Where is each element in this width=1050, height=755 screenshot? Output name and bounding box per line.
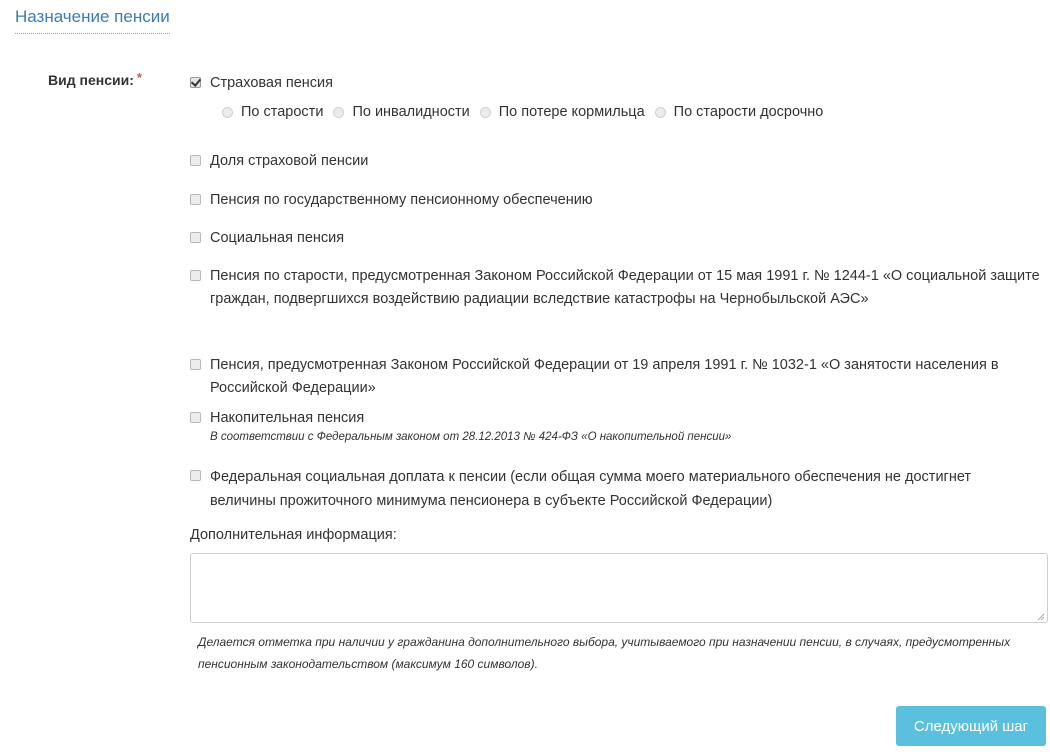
option-employment-pension[interactable]: Пенсия, предусмотренная Законом Российск…	[190, 354, 1040, 400]
radio-old-age-label[interactable]: По старости	[241, 104, 323, 120]
federal-supplement-label: Федеральная социальная доплата к пенсии …	[210, 469, 972, 509]
insurance-pension-label: Страховая пенсия	[210, 75, 334, 91]
federal-supplement-checkbox[interactable]	[190, 470, 201, 481]
additional-info-help: Делается отметка при наличии у гражданин…	[198, 635, 1011, 671]
required-asterisk: *	[136, 70, 142, 85]
radio-disability[interactable]	[333, 106, 345, 118]
radio-early-old-age[interactable]	[654, 106, 666, 118]
employment-pension-label: Пенсия, предусмотренная Законом Российск…	[210, 357, 999, 396]
option-social-pension[interactable]: Социальная пенсия	[190, 227, 1040, 249]
additional-info-textarea[interactable]	[190, 553, 1048, 623]
radio-loss-of-breadwinner[interactable]	[479, 106, 491, 118]
insurance-pension-checkbox[interactable]	[190, 77, 201, 88]
resize-grip-icon[interactable]	[1036, 612, 1045, 621]
employment-pension-checkbox[interactable]	[190, 359, 201, 370]
section-title-text: Назначение пенсии	[15, 7, 170, 26]
state-pension-checkbox[interactable]	[190, 194, 201, 205]
option-funded-pension[interactable]: Накопительная пенсия В соответствии с Фе…	[190, 407, 1040, 445]
insurance-suboptions: По старости По инвалидности По потере ко…	[222, 104, 833, 120]
option-insurance-pension[interactable]: Страховая пенсия	[190, 72, 1040, 94]
funded-pension-checkbox[interactable]	[190, 412, 201, 423]
additional-info-label: Дополнительная информация:	[190, 527, 397, 543]
option-state-pension[interactable]: Пенсия по государственному пенсионному о…	[190, 189, 1040, 211]
funded-pension-note: В соответствии с Федеральным законом от …	[210, 431, 732, 443]
pension-assignment-form: Назначение пенсии Вид пенсии: * Страховая…	[0, 0, 1050, 755]
radio-old-age[interactable]	[222, 106, 233, 118]
insurance-share-label: Доля страховой пенсии	[210, 153, 369, 169]
pension-type-label-text: Вид пенсии:	[48, 72, 134, 88]
radio-disability-label[interactable]: По инвалидности	[352, 104, 469, 120]
option-insurance-share[interactable]: Доля страховой пенсии	[190, 150, 1040, 172]
section-title: Назначение пенсии	[15, 7, 170, 34]
radio-loss-of-breadwinner-label[interactable]: По потере кормильца	[499, 104, 645, 120]
chernobyl-pension-checkbox[interactable]	[190, 270, 201, 281]
next-step-button[interactable]: Следующий шаг	[896, 706, 1046, 746]
state-pension-label: Пенсия по государственному пенсионному о…	[210, 192, 593, 208]
social-pension-checkbox[interactable]	[190, 232, 201, 243]
chernobyl-pension-label: Пенсия по старости, предусмотренная Зако…	[210, 268, 1040, 307]
option-chernobyl-pension[interactable]: Пенсия по старости, предусмотренная Зако…	[190, 265, 1040, 311]
radio-early-old-age-label[interactable]: По старости досрочно	[674, 104, 824, 120]
insurance-share-checkbox[interactable]	[190, 155, 201, 166]
option-federal-supplement[interactable]: Федеральная социальная доплата к пенсии …	[190, 465, 1040, 513]
pension-type-label: Вид пенсии: *	[48, 70, 142, 88]
social-pension-label: Социальная пенсия	[210, 230, 345, 246]
funded-pension-label: Накопительная пенсия	[210, 410, 365, 426]
